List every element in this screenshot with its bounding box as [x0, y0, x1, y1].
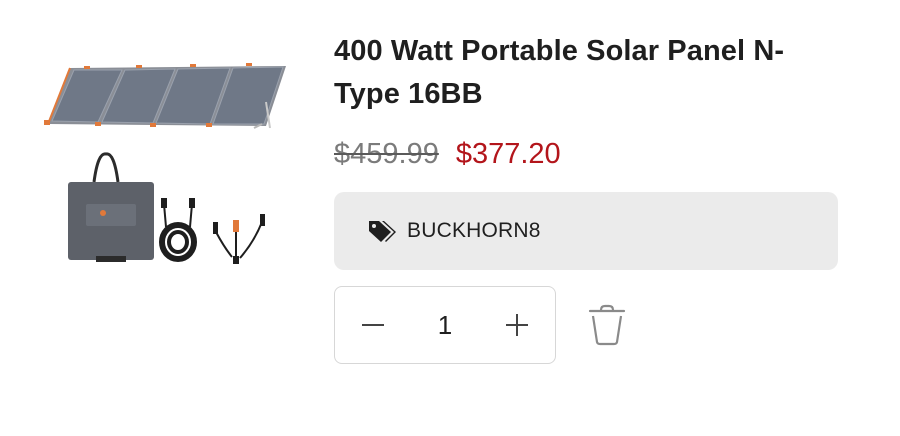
solar-panel-array — [44, 63, 286, 129]
product-image[interactable] — [40, 32, 292, 264]
increase-quantity-button[interactable] — [501, 309, 533, 341]
solar-panel-kit-image — [44, 63, 286, 264]
sale-price: $377.20 — [455, 137, 561, 170]
price-row: $459.99 $377.20 — [334, 134, 838, 174]
discount-code-badge: BUCKHORN8 — [334, 192, 838, 270]
trash-icon — [588, 304, 626, 346]
discount-code: BUCKHORN8 — [407, 219, 541, 242]
quantity-stepper: 1 — [334, 286, 556, 364]
quantity-value[interactable]: 1 — [438, 310, 452, 341]
carry-bag — [68, 152, 154, 262]
decrease-quantity-button[interactable] — [357, 309, 389, 341]
plus-icon — [506, 314, 528, 336]
remove-item-button[interactable] — [588, 304, 626, 346]
cable-coil — [159, 198, 197, 262]
product-title[interactable]: 400 Watt Portable Solar Panel N-Type 16B… — [334, 30, 838, 116]
compare-at-price: $459.99 — [334, 137, 439, 170]
tag-icon — [367, 218, 397, 244]
cart-item-details: 400 Watt Portable Solar Panel N-Type 16B… — [334, 30, 838, 364]
minus-icon — [362, 324, 384, 326]
adapter-cables — [213, 214, 265, 264]
quantity-row: 1 — [334, 286, 838, 364]
